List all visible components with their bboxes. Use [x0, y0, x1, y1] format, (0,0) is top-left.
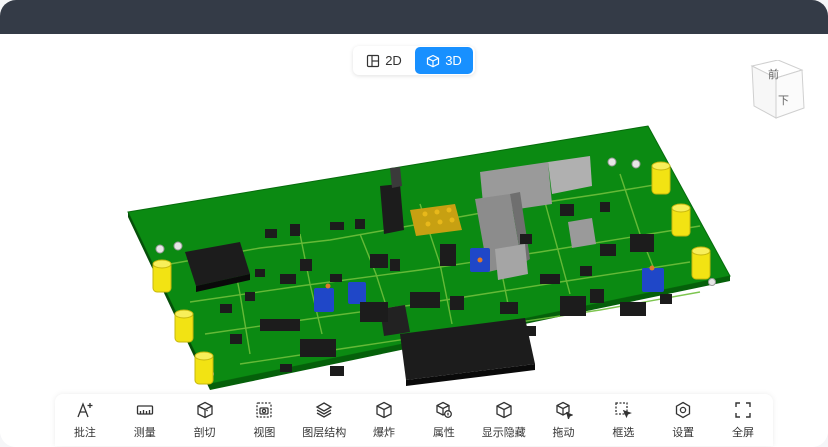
gear-icon	[676, 401, 691, 418]
view-3d-button[interactable]: 3D	[415, 47, 473, 74]
view-2d-button[interactable]: 2D	[355, 47, 413, 74]
explode-label: 爆炸	[373, 426, 396, 439]
properties-label: 属性	[432, 426, 455, 439]
show-hide-label: 显示隐藏	[481, 426, 526, 439]
box-select-button[interactable]: 框选	[595, 396, 651, 444]
app-window: 2D 3D 前 下 批注 测量 剖切 视图 图层结构 爆炸 属性 显示隐藏 拖动…	[0, 0, 828, 447]
drag-label: 拖动	[552, 426, 575, 439]
pcb-3d-model[interactable]	[0, 34, 828, 447]
annotate-button[interactable]: 批注	[57, 396, 113, 444]
drag-cube-icon	[555, 401, 573, 419]
fullscreen-icon	[735, 401, 751, 418]
section-button[interactable]: 剖切	[177, 396, 233, 444]
view-2d-label: 2D	[385, 53, 402, 68]
layout-2d-icon	[367, 54, 380, 67]
view-cube-face-bottom: 下	[778, 95, 789, 107]
measure-label: 测量	[133, 426, 156, 439]
fullscreen-button[interactable]: 全屏	[715, 396, 771, 444]
annotate-label: 批注	[73, 426, 96, 439]
cube-3d-icon	[427, 54, 440, 67]
layers-icon	[315, 401, 333, 418]
section-label: 剖切	[193, 426, 216, 439]
3d-viewport[interactable]: 2D 3D 前 下 批注 测量 剖切 视图 图层结构 爆炸 属性 显示隐藏 拖动…	[0, 34, 828, 447]
fullscreen-label: 全屏	[732, 426, 755, 439]
layer-structure-label: 图层结构	[302, 426, 347, 439]
view-3d-label: 3D	[445, 53, 462, 68]
box-select-icon	[615, 401, 633, 418]
view-cube[interactable]: 前 下	[748, 60, 808, 122]
explode-button[interactable]: 爆炸	[356, 396, 412, 444]
title-bar	[0, 0, 828, 34]
show-hide-icon	[496, 401, 512, 418]
view-cube-face-front: 前	[768, 67, 779, 81]
annotate-icon	[77, 401, 93, 417]
explode-cube-icon	[376, 401, 392, 418]
section-cube-icon	[196, 401, 213, 418]
drag-button[interactable]: 拖动	[536, 396, 592, 444]
settings-button[interactable]: 设置	[655, 396, 711, 444]
settings-label: 设置	[672, 426, 695, 439]
view-mode-toggle: 2D 3D	[353, 46, 475, 75]
show-hide-button[interactable]: 显示隐藏	[476, 396, 532, 444]
view-label: 视图	[253, 426, 276, 439]
measure-button[interactable]: 测量	[117, 396, 173, 444]
view-button[interactable]: 视图	[236, 396, 292, 444]
bottom-toolbar: 批注 测量 剖切 视图 图层结构 爆炸 属性 显示隐藏 拖动 框选 设置 全屏	[55, 394, 773, 446]
properties-button[interactable]: 属性	[416, 396, 472, 444]
ruler-icon	[136, 404, 153, 415]
box-select-label: 框选	[612, 426, 635, 439]
layer-structure-button[interactable]: 图层结构	[296, 396, 352, 444]
properties-icon	[436, 401, 452, 418]
camera-view-icon	[256, 401, 273, 418]
